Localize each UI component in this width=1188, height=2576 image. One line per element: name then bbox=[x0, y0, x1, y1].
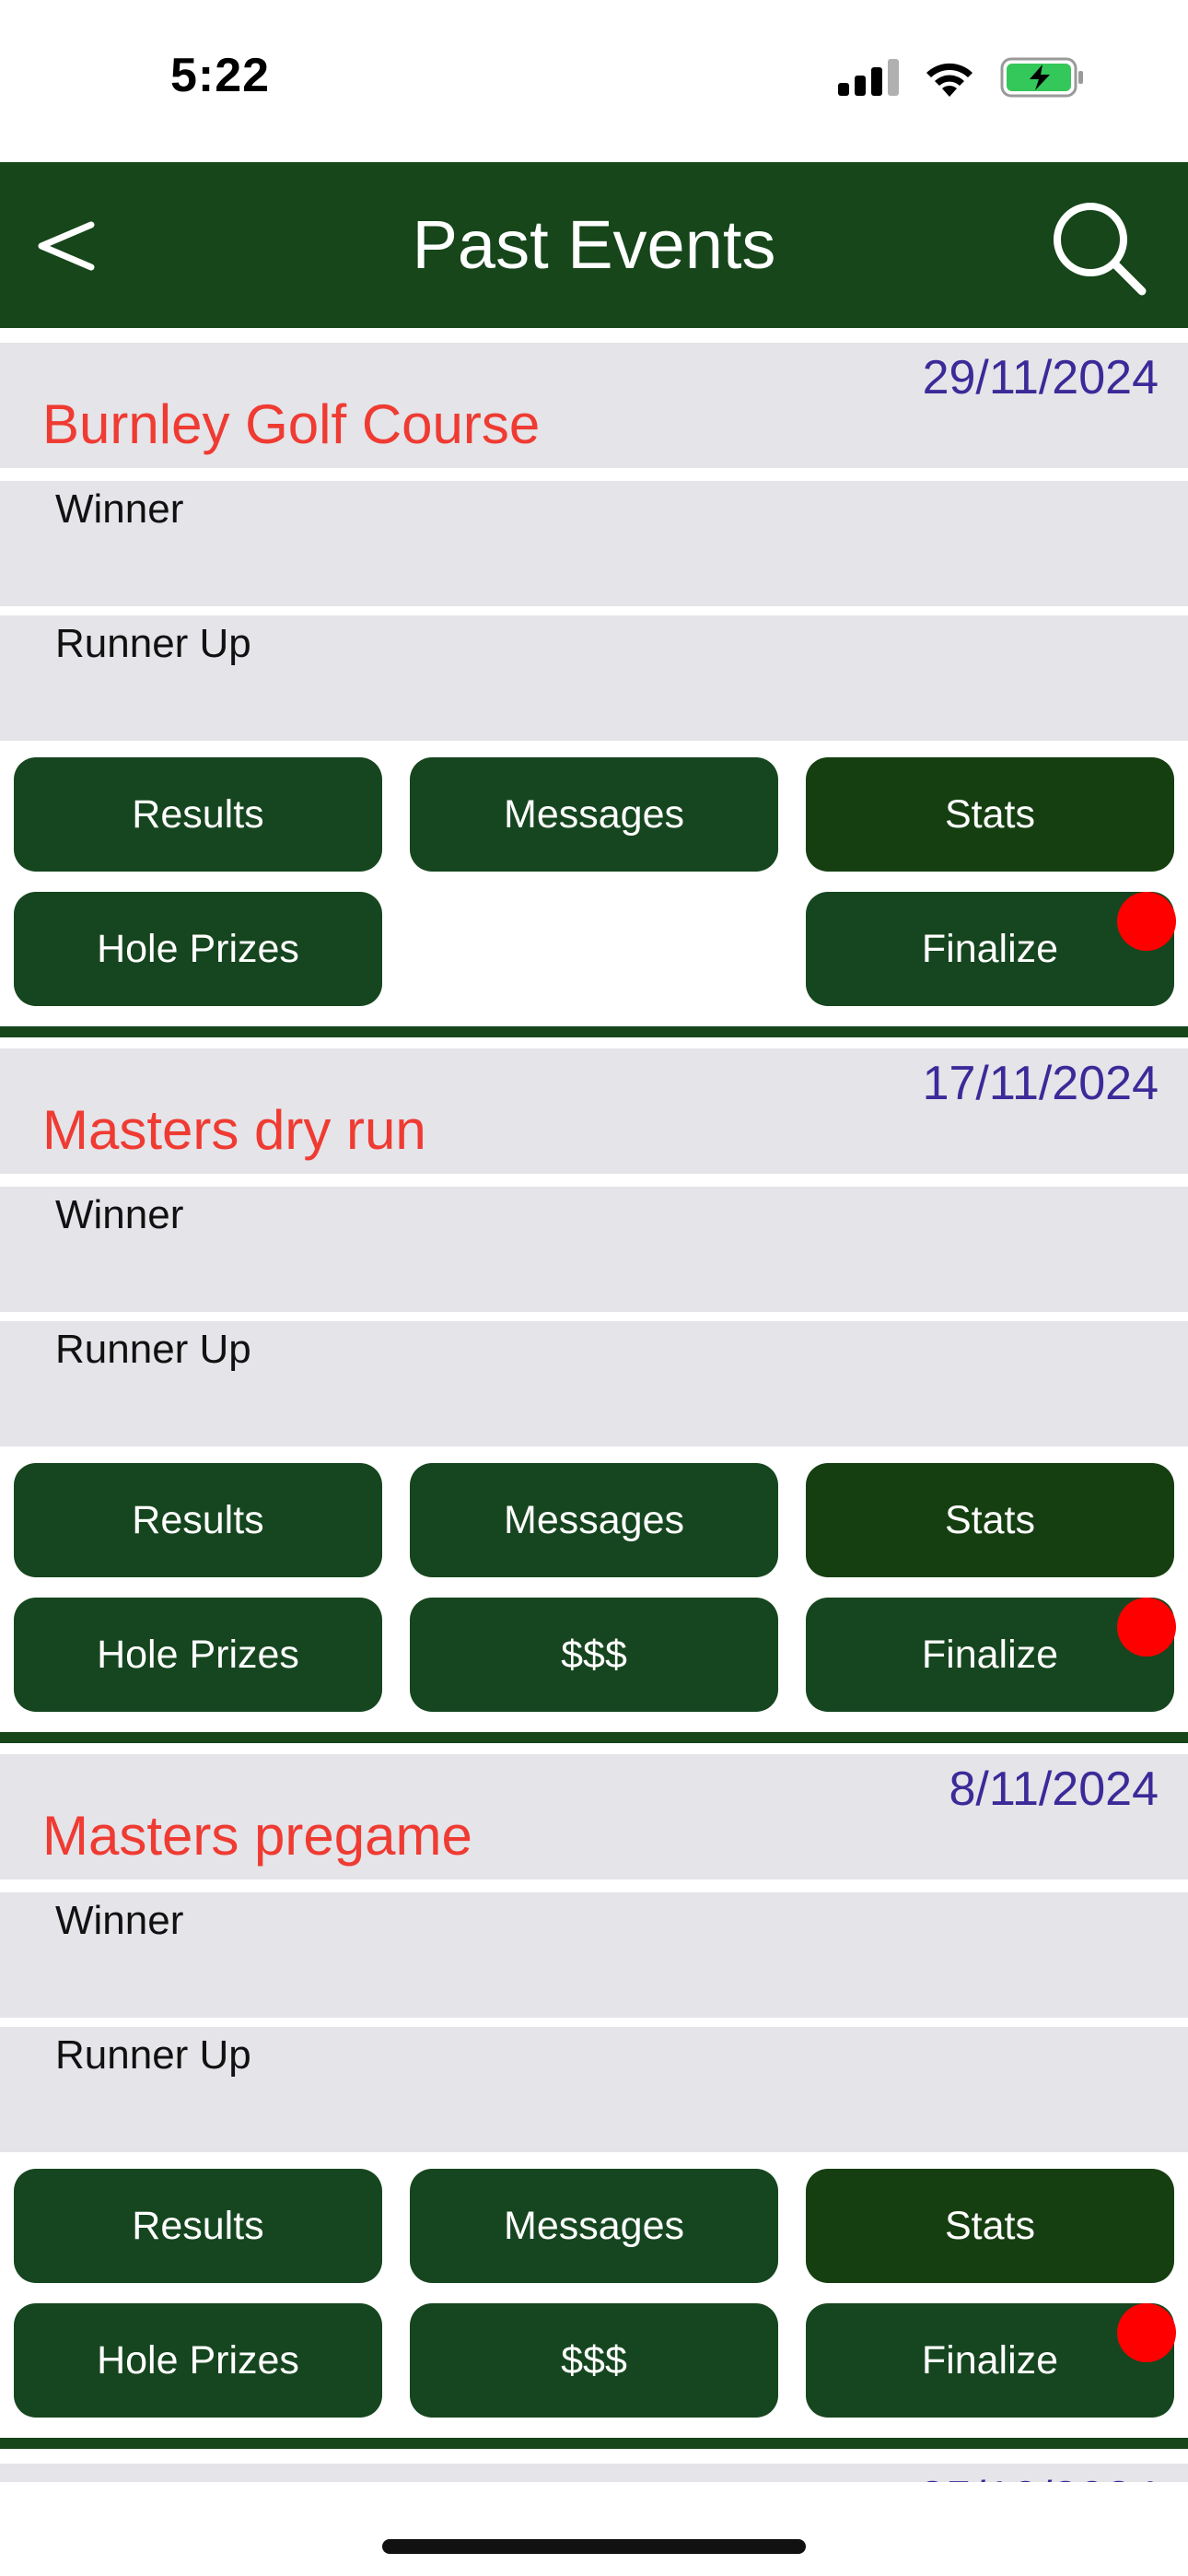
winner-row: Winner bbox=[0, 1892, 1188, 2018]
results-button[interactable]: Results bbox=[14, 2169, 382, 2283]
event-title-row[interactable]: 17/11/2024 Masters dry run bbox=[0, 1048, 1188, 1174]
money-button[interactable]: $$$ bbox=[410, 1598, 778, 1712]
notification-dot bbox=[1117, 1598, 1176, 1657]
status-icons bbox=[838, 57, 1085, 98]
winner-label: Winner bbox=[55, 1898, 184, 1943]
stats-button[interactable]: Stats bbox=[806, 2169, 1174, 2283]
runner-up-row: Runner Up bbox=[0, 2027, 1188, 2152]
hole-prizes-button[interactable]: Hole Prizes bbox=[14, 2303, 382, 2418]
event-date: 17/11/2024 bbox=[922, 1057, 1159, 1110]
home-indicator[interactable] bbox=[382, 2539, 806, 2554]
runner-up-label: Runner Up bbox=[55, 621, 251, 666]
wifi-icon bbox=[926, 63, 973, 97]
messages-button[interactable]: Messages bbox=[410, 2169, 778, 2283]
battery-charging-icon bbox=[1000, 57, 1083, 98]
runner-up-label: Runner Up bbox=[55, 2032, 251, 2078]
search-button[interactable] bbox=[1048, 197, 1151, 300]
hole-prizes-button[interactable]: Hole Prizes bbox=[14, 1598, 382, 1712]
event-card: 8/11/2024 Masters pregame Winner Runner … bbox=[0, 1754, 1188, 2460]
stats-button[interactable]: Stats bbox=[806, 757, 1174, 872]
event-date: 29/11/2024 bbox=[922, 351, 1159, 404]
search-icon bbox=[1054, 203, 1147, 296]
event-name: Masters dry run bbox=[42, 1099, 426, 1161]
card-divider bbox=[0, 2438, 1188, 2449]
money-button[interactable]: $$$ bbox=[410, 2303, 778, 2418]
event-name: Burnley Golf Course bbox=[42, 393, 541, 455]
cellular-signal-icon bbox=[838, 59, 899, 96]
hole-prizes-button[interactable]: Hole Prizes bbox=[14, 892, 382, 1006]
event-title-row[interactable]: 8/11/2024 Masters pregame bbox=[0, 1754, 1188, 1879]
finalize-button[interactable]: Finalize bbox=[806, 2303, 1176, 2418]
card-divider bbox=[0, 1026, 1188, 1037]
results-button[interactable]: Results bbox=[14, 1463, 382, 1577]
results-button[interactable]: Results bbox=[14, 757, 382, 872]
runner-up-row: Runner Up bbox=[0, 615, 1188, 741]
notification-dot bbox=[1117, 892, 1176, 951]
event-card: 29/11/2024 Burnley Golf Course Winner Ru… bbox=[0, 343, 1188, 1048]
winner-row: Winner bbox=[0, 481, 1188, 606]
event-date: 8/11/2024 bbox=[949, 1762, 1159, 1816]
event-title-row[interactable]: 29/11/2024 Burnley Golf Course bbox=[0, 343, 1188, 468]
finalize-button[interactable]: Finalize bbox=[806, 1598, 1176, 1712]
status-time: 5:22 bbox=[170, 49, 271, 102]
page-title: Past Events bbox=[412, 206, 776, 283]
status-bar: 5:22 bbox=[0, 0, 1188, 162]
event-name: Masters pregame bbox=[42, 1805, 472, 1867]
messages-button[interactable]: Messages bbox=[410, 757, 778, 872]
stats-button[interactable]: Stats bbox=[806, 1463, 1174, 1577]
finalize-label: Finalize bbox=[921, 2337, 1059, 2383]
messages-button[interactable]: Messages bbox=[410, 1463, 778, 1577]
event-card: 17/11/2024 Masters dry run Winner Runner… bbox=[0, 1048, 1188, 1754]
nav-header: Past Events bbox=[0, 162, 1188, 328]
winner-label: Winner bbox=[55, 1192, 184, 1237]
winner-row: Winner bbox=[0, 1187, 1188, 1312]
events-list: 29/11/2024 Burnley Golf Course Winner Ru… bbox=[0, 343, 1188, 2460]
finalize-label: Finalize bbox=[921, 926, 1059, 971]
notification-dot bbox=[1117, 2303, 1176, 2362]
runner-up-label: Runner Up bbox=[55, 1327, 251, 1372]
finalize-label: Finalize bbox=[921, 1632, 1059, 1677]
finalize-button[interactable]: Finalize bbox=[806, 892, 1176, 1006]
home-indicator-area bbox=[0, 2482, 1188, 2576]
card-divider bbox=[0, 1732, 1188, 1743]
winner-label: Winner bbox=[55, 486, 184, 532]
runner-up-row: Runner Up bbox=[0, 1321, 1188, 1446]
